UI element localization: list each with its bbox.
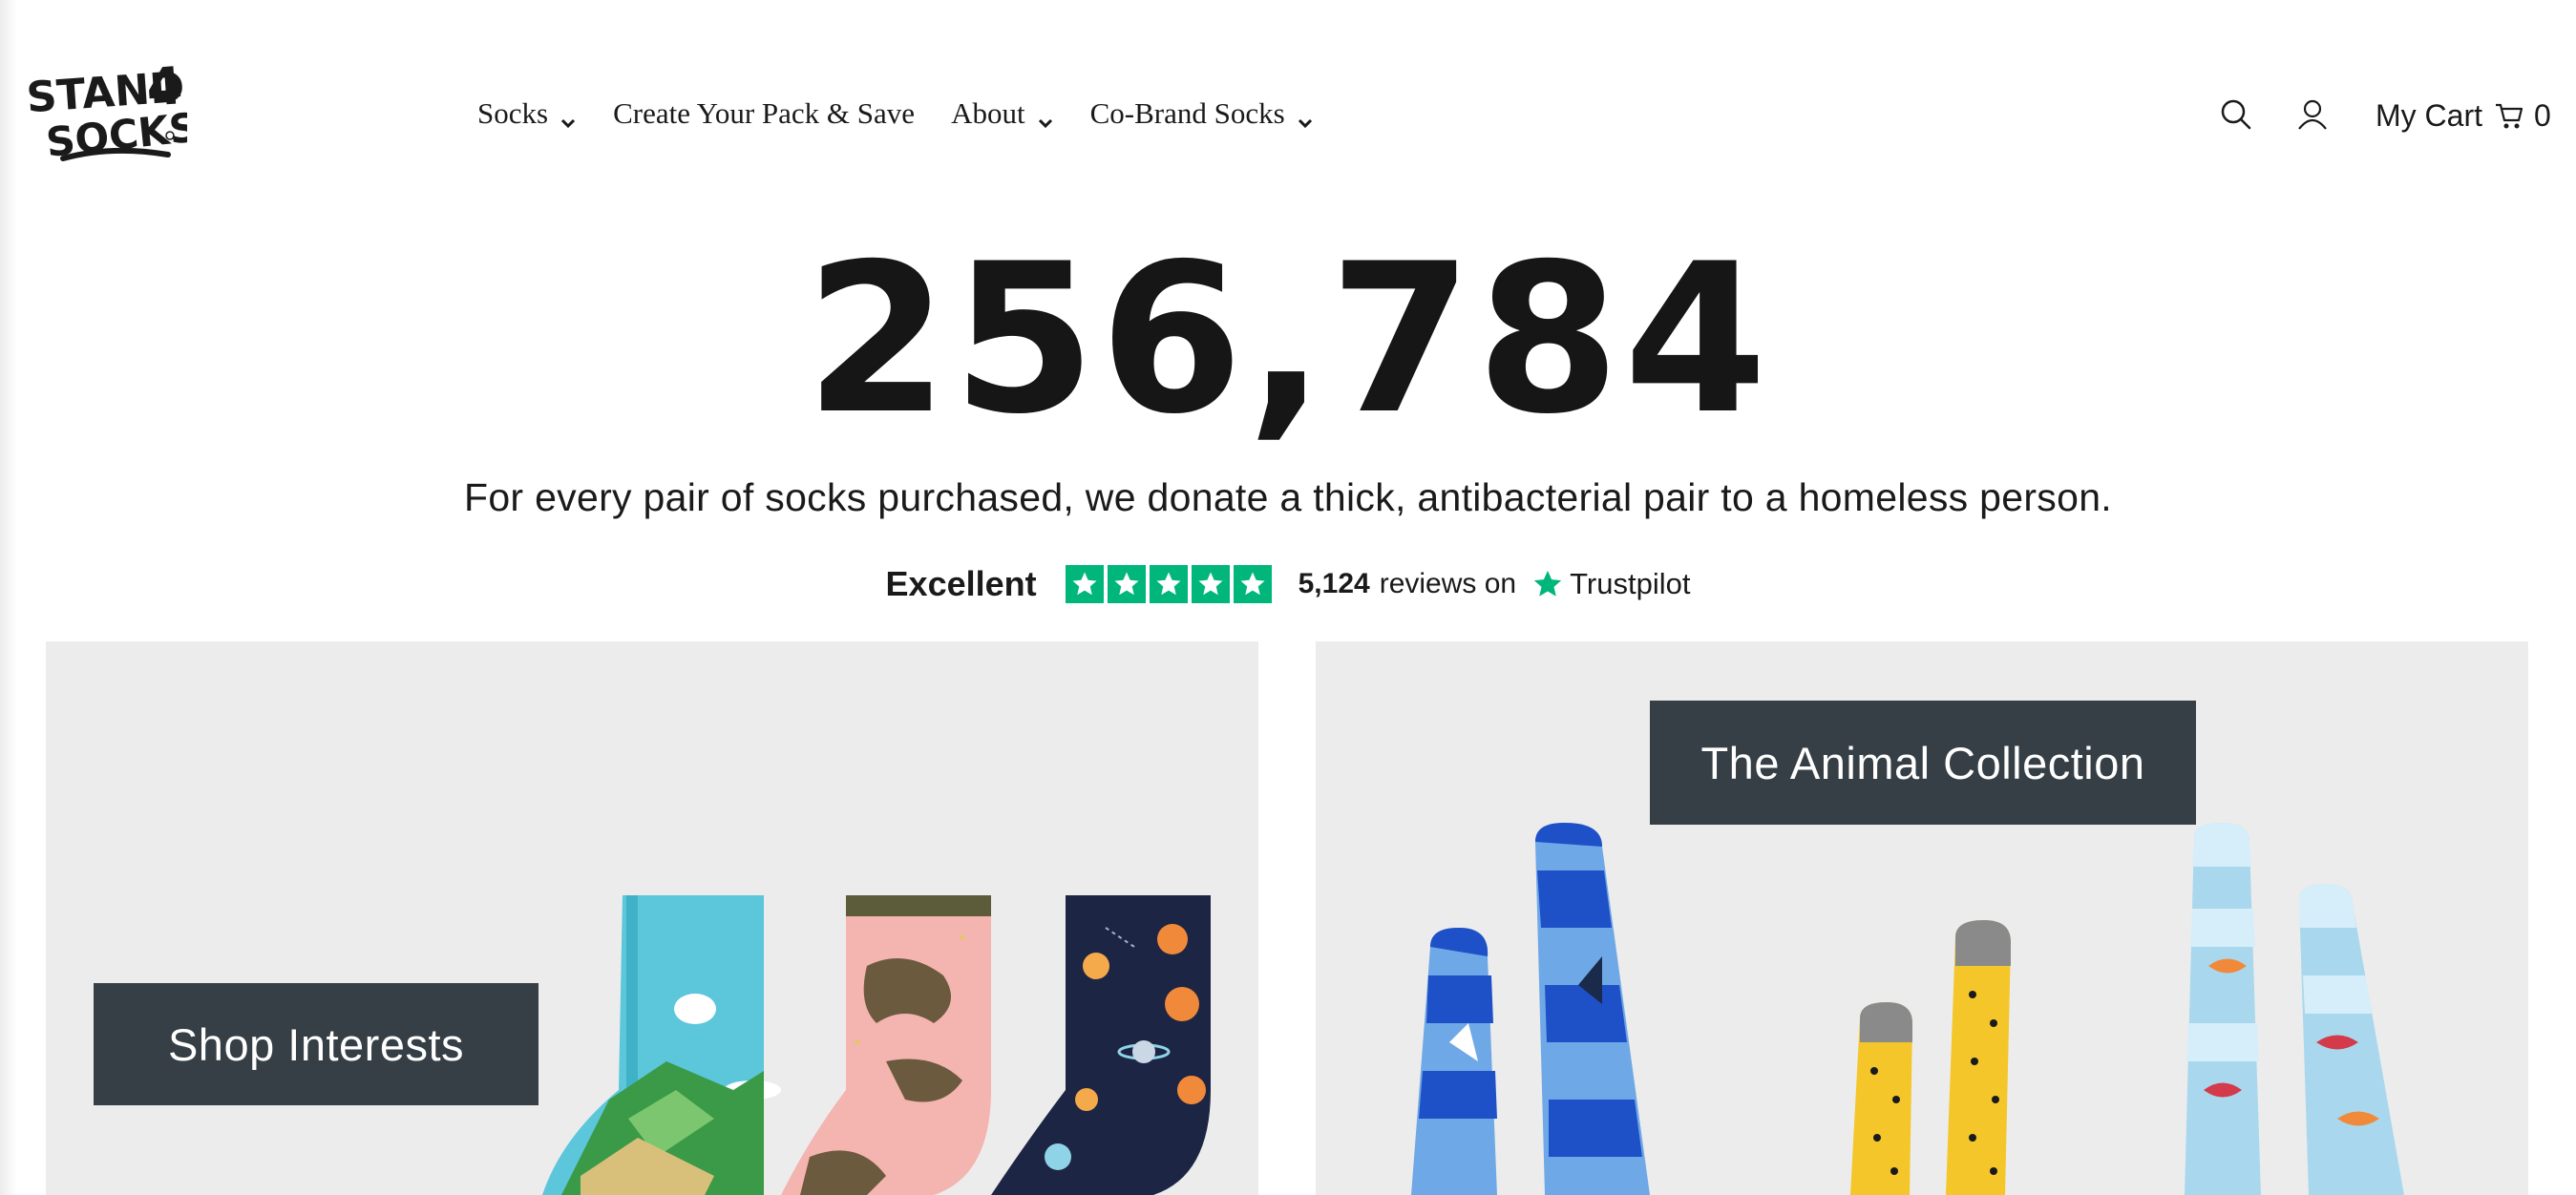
nav-item-about[interactable]: About	[951, 96, 1054, 131]
nav-item-label: Socks	[477, 96, 549, 130]
search-icon	[2221, 99, 2251, 130]
stand4socks-logo[interactable]: STAND 4 SOCKS	[25, 59, 187, 164]
cart-icon	[2494, 100, 2524, 131]
interest-socks-image	[542, 895, 1211, 1195]
trustpilot-stars	[1065, 565, 1276, 603]
cart-button[interactable]: My Cart 0	[2375, 95, 2551, 136]
trustpilot-brand: Trustpilot	[1531, 567, 1690, 601]
shop-interests-panel[interactable]: Shop Interests	[46, 641, 1258, 1195]
mission-statement: For every pair of socks purchased, we do…	[463, 475, 2112, 519]
shop-interests-button[interactable]: Shop Interests	[94, 983, 538, 1105]
account-button[interactable]	[2293, 95, 2332, 134]
star-icon	[1065, 565, 1104, 603]
main-nav: Socks Create Your Pack & Save About Co-B…	[477, 92, 1350, 136]
nav-item-label: Create Your Pack & Save	[613, 96, 916, 130]
chevron-down-icon	[1297, 105, 1314, 129]
site-header: STAND 4 SOCKS Socks Create Your Pack & S…	[0, 0, 2576, 220]
animal-collection-panel[interactable]: The Animal Collection	[1316, 641, 2528, 1195]
donation-counter: 256,784	[805, 220, 1771, 459]
star-icon	[1107, 565, 1146, 603]
nav-item-label: About	[951, 96, 1025, 130]
user-icon	[2298, 99, 2327, 130]
nav-item-create-pack[interactable]: Create Your Pack & Save	[613, 96, 915, 131]
nav-item-socks[interactable]: Socks	[477, 96, 577, 131]
star-icon	[1149, 565, 1188, 603]
star-icon	[1191, 565, 1230, 603]
trustpilot-review-count: 5,124	[1298, 568, 1370, 599]
nav-item-label: Co-Brand Socks	[1089, 96, 1285, 130]
chevron-down-icon	[560, 105, 577, 129]
cart-count: 0	[2534, 97, 2551, 133]
trustpilot-widget[interactable]: Excellent 5,124 reviews on Trustpilot	[0, 557, 2576, 611]
trustpilot-brand-label: Trustpilot	[1570, 567, 1691, 600]
nav-item-co-brand-socks[interactable]: Co-Brand Socks	[1090, 96, 1314, 131]
animal-collection-button[interactable]: The Animal Collection	[1650, 701, 2196, 825]
search-button[interactable]	[2217, 95, 2255, 134]
trustpilot-rating-word: Excellent	[885, 564, 1037, 603]
star-icon	[1233, 565, 1272, 603]
trustpilot-reviews-on: reviews on	[1379, 568, 1517, 599]
cart-label: My Cart	[2375, 97, 2482, 133]
chevron-down-icon	[1037, 105, 1054, 129]
trustpilot-star-icon	[1533, 570, 1562, 597]
